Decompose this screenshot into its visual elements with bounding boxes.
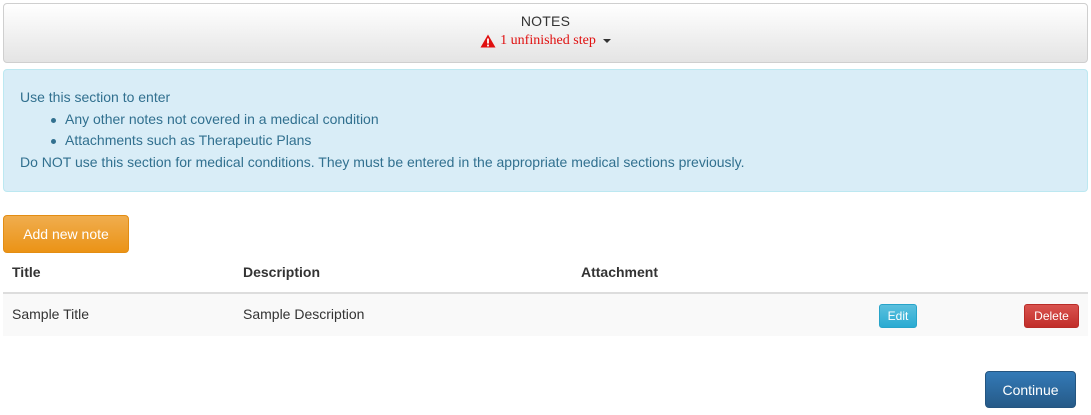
row-description: Sample Description: [243, 306, 365, 322]
info-intro: Use this section to enter: [20, 89, 171, 105]
unfinished-steps-label: 1 unfinished step: [500, 33, 596, 48]
delete-button[interactable]: Delete: [1024, 304, 1079, 328]
info-footer: Do NOT use this section for medical cond…: [20, 153, 745, 170]
warning-triangle-icon: [480, 34, 496, 48]
info-list-item: Attachments such as Therapeutic Plans: [48, 130, 1071, 152]
column-header-attachment: Attachment: [581, 264, 659, 280]
notes-header: NOTES 1 unfinished step: [3, 3, 1088, 63]
column-header-description: Description: [243, 264, 321, 280]
notes-table: Title Description Attachment Sample Titl…: [3, 253, 1088, 336]
info-list: Any other notes not covered in a medical…: [20, 109, 1071, 152]
info-list-item: Any other notes not covered in a medical…: [48, 109, 1071, 131]
edit-button[interactable]: Edit: [879, 304, 917, 328]
continue-button[interactable]: Continue: [985, 371, 1076, 408]
caret-down-icon: [602, 39, 611, 43]
unfinished-steps-dropdown[interactable]: 1 unfinished step: [480, 33, 611, 49]
table-row: Sample Title Sample Description Edit Del…: [3, 294, 1088, 336]
add-new-note-button[interactable]: Add new note: [3, 215, 129, 253]
page-title: NOTES: [520, 13, 571, 29]
table-header: Title Description Attachment: [3, 253, 1088, 294]
info-alert: Use this section to enter Any other note…: [3, 69, 1088, 192]
row-title: Sample Title: [12, 306, 90, 322]
column-header-title: Title: [12, 264, 41, 280]
